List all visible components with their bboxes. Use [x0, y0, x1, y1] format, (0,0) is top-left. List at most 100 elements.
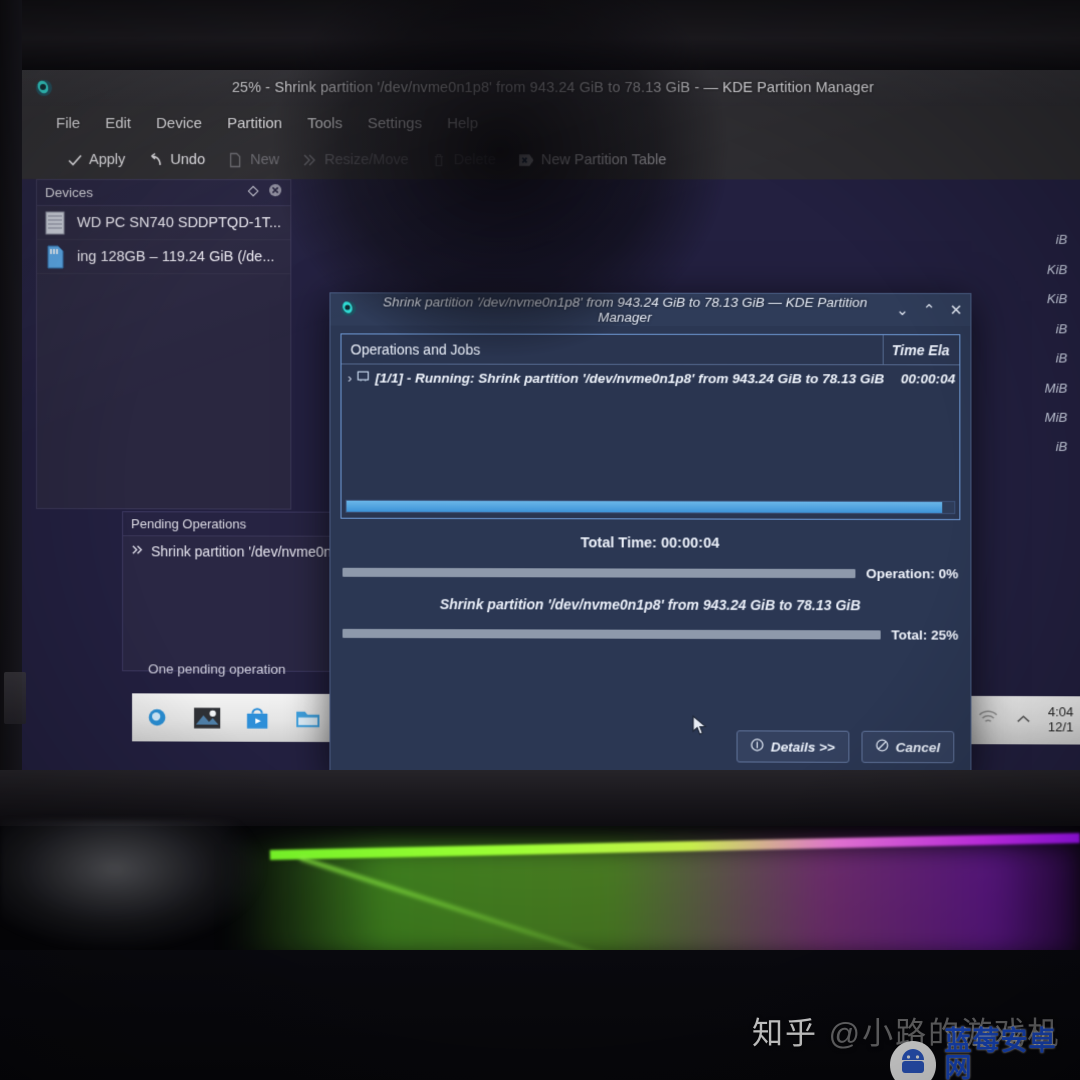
dialog-title: Shrink partition '/dev/nvme0n1p8' from 9… [382, 294, 868, 325]
toolbar-resize-move-label: Resize/Move [324, 151, 409, 168]
total-progress-row: Total: 25% [342, 626, 959, 643]
device-list-item-1-label: ing 128GB – 119.24 GiB (/de... [77, 248, 275, 265]
zhihu-brand-label: 知乎 [752, 1016, 818, 1051]
partition-size-fragment: KiB [1046, 291, 1068, 307]
column-header-operations[interactable]: Operations and Jobs [342, 341, 883, 358]
menu-partition[interactable]: Partition [227, 115, 282, 132]
total-time-label: Total Time: 00:00:04 [580, 535, 720, 552]
job-row[interactable]: › [1/1] - Running: Shrink partition '/de… [342, 364, 960, 391]
android-robot-icon [890, 1040, 937, 1080]
clock-date: 12/1 [1047, 719, 1074, 735]
menu-device[interactable]: Device [156, 115, 202, 132]
taskbar-clock[interactable]: 4:04 12/1 [1047, 704, 1078, 735]
progress-dialog: Shrink partition '/dev/nvme0n1p8' from 9… [329, 292, 972, 774]
dialog-buttons: Details >> Cancel [736, 730, 955, 764]
operation-caption: Shrink partition '/dev/nvme0n1p8' from 9… [439, 596, 861, 614]
kde-partition-manager-window: 25% - Shrink partition '/dev/nvme0n1p8' … [22, 70, 1080, 774]
photo-scene: 25% - Shrink partition '/dev/nvme0n1p8' … [0, 0, 1080, 1080]
taskbar-kde-menu-icon[interactable] [132, 693, 182, 741]
operation-progress-label: Operation: 0% [866, 566, 959, 582]
toolbar-delete-label: Delete [453, 151, 496, 168]
cancel-button[interactable]: Cancel [861, 730, 955, 764]
menu-edit[interactable]: Edit [105, 115, 131, 132]
job-progress-bar [345, 499, 956, 515]
taskbar-image-viewer-icon[interactable] [182, 693, 232, 741]
toolbar-apply-label: Apply [89, 151, 126, 168]
partition-size-fragment: iB [1055, 438, 1068, 454]
expander-icon[interactable]: › [348, 370, 353, 385]
device-list-item-0[interactable]: WD PC SN740 SDDPTQD-1T... [37, 206, 291, 241]
taskbar-software-store-icon[interactable] [232, 694, 282, 742]
partition-size-fragment: iB [1055, 350, 1068, 366]
menu-help[interactable]: Help [447, 115, 478, 132]
toolbar-undo-label: Undo [170, 151, 206, 168]
dialog-titlebar: Shrink partition '/dev/nvme0n1p8' from 9… [330, 293, 971, 327]
main-body: Devices WD PC SN740 SDDPTQD-1T... ing 12… [22, 179, 1080, 774]
undock-icon[interactable] [247, 184, 259, 202]
maximize-button[interactable]: ⌃ [923, 301, 936, 319]
toolbar-new-label: New [250, 151, 280, 168]
taskbar-file-manager-icon[interactable] [282, 694, 332, 742]
chevron-double-right-icon [131, 543, 144, 559]
devices-panel-title: Devices [45, 185, 94, 201]
kde-partition-manager-icon [339, 299, 357, 317]
device-list-item-1[interactable]: ing 128GB – 119.24 GiB (/de... [37, 240, 291, 275]
mouse-cursor [692, 715, 708, 737]
site-name-label: 蓝莓安卓网 [944, 1026, 1057, 1080]
resize-icon [301, 151, 318, 168]
close-icon[interactable] [268, 183, 282, 202]
hard-disk-icon [43, 210, 67, 236]
close-button[interactable]: ✕ [950, 301, 963, 319]
devices-panel: Devices WD PC SN740 SDDPTQD-1T... ing 12… [36, 179, 292, 510]
minimize-button[interactable]: ⌄ [896, 301, 909, 319]
partition-size-fragment: iB [1055, 321, 1068, 337]
job-row-time-elapsed: 00:00:04 [900, 370, 956, 386]
partition-size-fragment: iB [1055, 231, 1068, 247]
cancel-icon [875, 739, 888, 755]
rgb-glow [230, 844, 1080, 956]
clock-time: 4:04 [1047, 704, 1074, 720]
menu-tools[interactable]: Tools [307, 115, 342, 132]
site-watermark: 蓝莓安卓网 www.lmkjst.com [890, 1028, 1080, 1080]
menu-file[interactable]: File [56, 115, 80, 132]
sd-card-icon [43, 244, 67, 270]
toolbar-new-button[interactable]: New [227, 151, 279, 168]
toolbar-new-partition-table-label: New Partition Table [541, 151, 667, 168]
show-hidden-icons-icon[interactable] [1016, 711, 1031, 729]
devices-panel-header: Devices [37, 180, 291, 207]
trash-icon [431, 151, 448, 168]
job-icon [356, 369, 369, 385]
toolbar-resize-move-button[interactable]: Resize/Move [301, 151, 409, 168]
total-progress-bar [342, 628, 882, 640]
dialog-window-buttons: ⌄ ⌃ ✕ [896, 294, 962, 326]
toolbar-new-partition-table-button[interactable]: New Partition Table [518, 151, 667, 168]
partition-size-fragment: MiB [1044, 409, 1068, 425]
kde-partition-manager-icon [34, 78, 54, 98]
column-header-time-elapsed[interactable]: Time Ela [882, 335, 960, 365]
laptop-top-bezel [0, 0, 1080, 70]
new-partition-table-icon [518, 151, 535, 168]
cancel-button-label: Cancel [895, 739, 941, 755]
laptop-screen: 25% - Shrink partition '/dev/nvme0n1p8' … [22, 70, 1080, 774]
operation-progress-bar [342, 567, 856, 579]
details-button-label: Details >> [770, 738, 835, 755]
toolbar-apply-button[interactable]: Apply [66, 151, 125, 168]
total-progress-label: Total: 25% [891, 627, 959, 643]
info-icon [751, 738, 764, 754]
jobs-list[interactable]: Operations and Jobs Time Ela › [1/1] - R… [340, 333, 961, 521]
menubar[interactable]: File Edit Device Partition Tools Setting… [22, 106, 1080, 141]
wifi-icon[interactable] [977, 710, 998, 730]
foreground-hand-blur [0, 820, 300, 960]
toolbar-undo-button[interactable]: Undo [147, 151, 205, 168]
toolbar-delete-button[interactable]: Delete [431, 151, 496, 168]
menu-settings[interactable]: Settings [368, 115, 422, 132]
partition-size-fragment: MiB [1044, 380, 1068, 396]
pending-operation-label: Shrink partition '/dev/nvme0n1p8 [151, 543, 356, 560]
undo-icon [147, 151, 164, 168]
details-button[interactable]: Details >> [736, 730, 850, 763]
operation-progress-row: Operation: 0% [342, 565, 959, 582]
new-document-icon [227, 151, 244, 168]
device-list-item-0-label: WD PC SN740 SDDPTQD-1T... [77, 214, 282, 231]
window-titlebar: 25% - Shrink partition '/dev/nvme0n1p8' … [22, 70, 1080, 107]
jobs-list-header: Operations and Jobs Time Ela [341, 334, 960, 366]
